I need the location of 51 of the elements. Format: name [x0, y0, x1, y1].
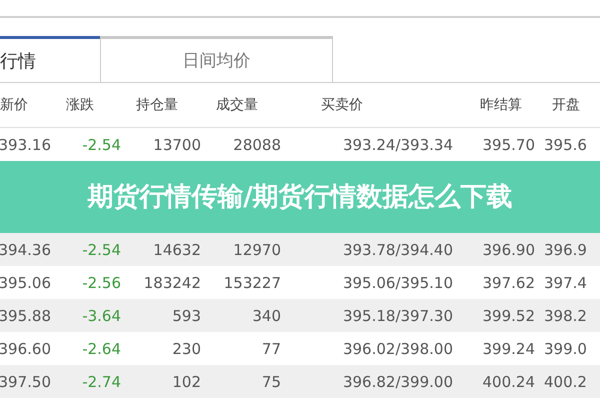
table-cell: 396.02/398.00 — [342, 340, 453, 358]
table-cell: -2.74 — [82, 372, 121, 390]
table-cell: 14632 — [153, 240, 201, 258]
table-cell: 28088 — [233, 136, 281, 154]
table-cell: 340 — [252, 306, 281, 324]
table-cell: -2.64 — [82, 340, 121, 358]
table-cell: 230 — [172, 340, 201, 358]
column-header: 昨结算 — [479, 96, 523, 114]
table-cell: 75 — [262, 372, 281, 390]
table-cell: 399.52 — [482, 306, 535, 324]
table-cell: 393.16 — [0, 136, 51, 154]
table-cell: 13700 — [153, 136, 201, 154]
table-cell: 396.60 — [0, 340, 51, 358]
table-cell: 12970 — [233, 240, 281, 258]
table-cell: -2.54 — [82, 240, 121, 258]
table-cell: 593 — [172, 306, 201, 324]
table-cell: 395.06/395.10 — [342, 274, 453, 292]
table-cell: 102 — [172, 372, 201, 390]
table-cell: 400.24 — [482, 372, 535, 390]
table-cell: 395.06 — [0, 274, 51, 292]
table-cell: 393.78/394.40 — [342, 240, 453, 258]
column-header: 持仓量 — [135, 96, 179, 114]
table-cell: 153227 — [224, 274, 281, 292]
table-cell: 395.6 — [544, 136, 587, 154]
table-cell: 393.24/393.34 — [342, 136, 453, 154]
table-cell: 397.4 — [544, 274, 587, 292]
table-cell: -2.56 — [82, 274, 121, 292]
table-cell: 395.88 — [0, 306, 51, 324]
table-cell: -3.64 — [82, 306, 121, 324]
table-cell: 183242 — [144, 274, 201, 292]
table-cell: 396.9 — [544, 240, 587, 258]
table-cell: 398.2 — [544, 306, 587, 324]
table-cell: 395.70 — [482, 136, 535, 154]
table-cell: 396.90 — [482, 240, 535, 258]
table-cell: 399.0 — [544, 340, 587, 358]
table-cell: 397.50 — [0, 372, 51, 390]
headline: 期货行情传输/期货行情数据怎么下载 — [86, 181, 514, 213]
tab[interactable]: 日间均价 — [100, 36, 333, 82]
table-cell: 397.62 — [482, 274, 535, 292]
table-cell: 394.36 — [0, 240, 51, 258]
column-header: 成交量 — [215, 96, 259, 114]
column-header: 开盘 — [551, 96, 581, 114]
table-cell: 399.24 — [482, 340, 535, 358]
table-cell: 400.2 — [544, 372, 587, 390]
table-cell: 77 — [262, 340, 281, 358]
table-cell: 396.82/399.00 — [342, 372, 453, 390]
table-cell: -2.54 — [82, 136, 121, 154]
column-header: 新价 — [0, 96, 29, 114]
column-header: 涨跌 — [65, 96, 95, 114]
column-header: 买卖价 — [320, 96, 364, 114]
table-cell: 395.18/397.30 — [342, 306, 453, 324]
